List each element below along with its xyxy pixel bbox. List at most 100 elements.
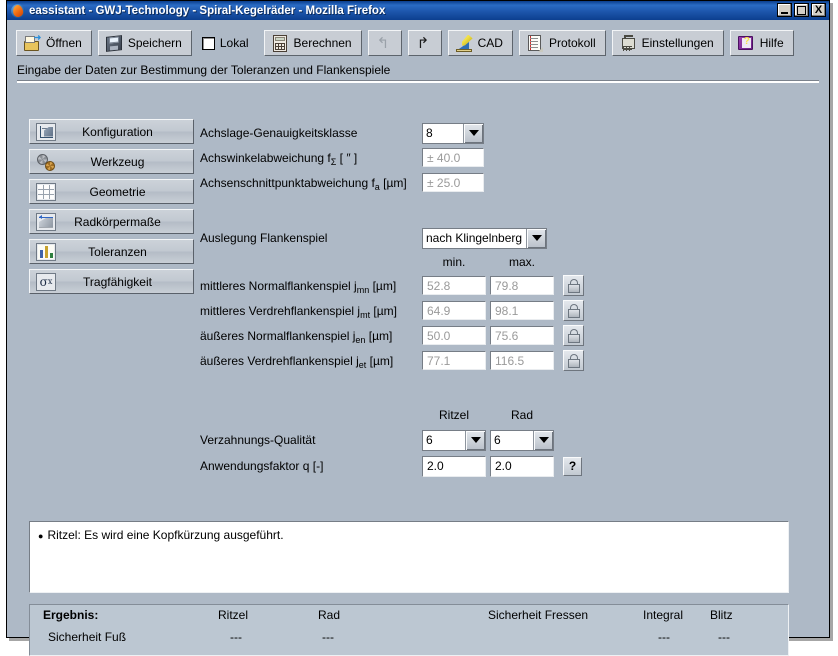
lock-icon[interactable] bbox=[563, 350, 584, 371]
sidebar-item-tragfaehigkeit[interactable]: σx Tragfähigkeit bbox=[29, 269, 194, 294]
sidebar-item-geometrie[interactable]: Geometrie bbox=[29, 179, 194, 204]
protokoll-button[interactable]: Protokoll bbox=[518, 30, 606, 56]
bar-chart-icon bbox=[36, 242, 56, 261]
message-item: ● Ritzel: Es wird eine Kopfkürzung ausgef… bbox=[38, 528, 780, 542]
result-header-blitz: Blitz bbox=[710, 608, 733, 622]
backlash-row: äußeres Normalflankenspiel jen [µm] 50.0… bbox=[200, 323, 808, 348]
maximize-button[interactable] bbox=[794, 3, 809, 17]
sidebar: Konfiguration Werkzeug Geometrie Radkörp… bbox=[29, 119, 194, 299]
accuracy-class-select[interactable]: 8 bbox=[422, 122, 484, 144]
result-panel: Ergebnis: Ritzel Rad Sicherheit Fressen … bbox=[29, 604, 789, 656]
backlash-min-field: 64.9 bbox=[422, 301, 486, 320]
protokoll-button-label: Protokoll bbox=[548, 36, 596, 50]
result-value-integral: --- bbox=[658, 630, 670, 644]
result-data-row: Sicherheit Fuß --- --- --- --- bbox=[30, 630, 788, 652]
cad-button[interactable]: CAD bbox=[447, 30, 513, 56]
cad-pencil-ruler-icon bbox=[455, 34, 473, 52]
axis-angle-deviation-row: Achswinkelabweichung fΣ [ ″ ] ± 40.0 bbox=[200, 145, 808, 170]
axis-angle-deviation-label: Achswinkelabweichung fΣ [ ″ ] bbox=[200, 150, 358, 167]
backlash-max-field: 79.8 bbox=[490, 276, 554, 295]
undo-button[interactable]: ↰ bbox=[367, 30, 402, 56]
backlash-max-field: 116.5 bbox=[490, 351, 554, 370]
sidebar-item-toleranzen[interactable]: Toleranzen bbox=[29, 239, 194, 264]
checkbox-icon[interactable] bbox=[201, 36, 215, 50]
einstellungen-button[interactable]: Einstellungen bbox=[611, 30, 724, 56]
lock-icon[interactable] bbox=[563, 300, 584, 321]
quality-row: Verzahnungs-Qualität 6 6 bbox=[200, 427, 808, 453]
backlash-row-label: äußeres Normalflankenspiel jen [µm] bbox=[200, 328, 393, 345]
sidebar-item-werkzeug[interactable]: Werkzeug bbox=[29, 149, 194, 174]
result-header-rad: Rad bbox=[318, 608, 341, 622]
gear-column-header-row: Ritzel Rad bbox=[200, 403, 808, 427]
help-book-icon: ? bbox=[737, 35, 755, 52]
backlash-min-field: 52.8 bbox=[422, 276, 486, 295]
quality-rad-value: 6 bbox=[494, 433, 501, 447]
berechnen-button[interactable]: Berechnen bbox=[263, 30, 362, 56]
application-window: eassistant - GWJ-Technology - Spiral-Keg… bbox=[6, 0, 830, 656]
toolbar: Öffnen Speichern Lokal Berechnen ↰ ↱ CAD… bbox=[16, 28, 820, 58]
sidebar-item-label: Werkzeug bbox=[90, 154, 145, 169]
max-column-header: max. bbox=[508, 255, 535, 269]
save-button[interactable]: Speichern bbox=[97, 30, 192, 56]
backlash-min-field: 77.1 bbox=[422, 351, 486, 370]
quality-ritzel-value: 6 bbox=[426, 433, 433, 447]
section-caption-text: Eingabe der Daten zur Bestimmung der Tol… bbox=[17, 63, 391, 77]
window-title: eassistant - GWJ-Technology - Spiral-Keg… bbox=[29, 4, 386, 17]
message-text: Ritzel: Es wird eine Kopfkürzung ausgefü… bbox=[47, 528, 284, 542]
redo-button[interactable]: ↱ bbox=[407, 30, 442, 56]
min-column-header: min. bbox=[442, 255, 466, 269]
redo-icon: ↱ bbox=[416, 34, 430, 52]
minmax-header-row: min. max. bbox=[200, 251, 808, 273]
axis-angle-deviation-field: ± 40.0 bbox=[422, 148, 484, 167]
result-header-ritzel: Ritzel bbox=[218, 608, 249, 622]
window-client-area: Öffnen Speichern Lokal Berechnen ↰ ↱ CAD… bbox=[8, 21, 828, 656]
application-factor-row: Anwendungsfaktor q [-] 2.0 2.0 ? bbox=[200, 453, 808, 479]
backlash-row-label: mittleres Normalflankenspiel jmn [µm] bbox=[200, 278, 397, 295]
result-title: Ergebnis: bbox=[43, 608, 99, 622]
backlash-row-label: mittleres Verdrehflankenspiel jmt [µm] bbox=[200, 303, 397, 320]
backlash-max-field: 98.1 bbox=[490, 301, 554, 320]
minimize-button[interactable] bbox=[777, 3, 792, 17]
backlash-max-field: 75.6 bbox=[490, 326, 554, 345]
message-box[interactable]: ● Ritzel: Es wird eine Kopfkürzung ausgef… bbox=[29, 521, 789, 593]
result-header-fressen: Sicherheit Fressen bbox=[488, 608, 589, 622]
hilfe-button-label: Hilfe bbox=[759, 36, 784, 50]
accuracy-class-label: Achslage-Genauigkeitsklasse bbox=[200, 126, 358, 140]
help-icon[interactable]: ? bbox=[563, 456, 582, 476]
cad-button-label: CAD bbox=[477, 36, 503, 50]
sidebar-item-label: Geometrie bbox=[89, 184, 146, 199]
accuracy-class-row: Achslage-Genauigkeitsklasse 8 bbox=[200, 121, 808, 145]
sidebar-item-label: Toleranzen bbox=[88, 244, 147, 259]
backlash-row: mittleres Normalflankenspiel jmn [µm] 52… bbox=[200, 273, 808, 298]
berechnen-button-label: Berechnen bbox=[293, 36, 352, 50]
sidebar-item-label: Tragfähigkeit bbox=[83, 274, 152, 289]
backlash-row: mittleres Verdrehflankenspiel jmt [µm] 6… bbox=[200, 298, 808, 323]
axis-intersection-deviation-label: Achsenschnittpunktabweichung fa [µm] bbox=[200, 175, 407, 192]
quality-ritzel-select[interactable]: 6 bbox=[422, 429, 486, 451]
bullet-icon: ● bbox=[38, 530, 44, 541]
input-form: Achslage-Genauigkeitsklasse 8 Achswinkel… bbox=[200, 121, 808, 479]
backlash-design-select[interactable]: nach Klingelnberg bbox=[422, 227, 547, 249]
hilfe-button[interactable]: ? Hilfe bbox=[729, 30, 794, 56]
chevron-down-icon[interactable] bbox=[465, 430, 485, 450]
open-button[interactable]: Öffnen bbox=[16, 30, 92, 56]
sidebar-item-label: Konfiguration bbox=[82, 124, 153, 139]
chevron-down-icon[interactable] bbox=[526, 228, 546, 248]
lokal-checkbox-item[interactable]: Lokal bbox=[198, 30, 258, 56]
lock-icon[interactable] bbox=[563, 325, 584, 346]
window-controls: X bbox=[777, 3, 826, 17]
backlash-row: äußeres Verdrehflankenspiel jet [µm] 77.… bbox=[200, 348, 808, 373]
close-button[interactable]: X bbox=[811, 3, 826, 17]
sidebar-item-konfiguration[interactable]: Konfiguration bbox=[29, 119, 194, 144]
axes-diagram-icon bbox=[36, 122, 56, 141]
quality-rad-select[interactable]: 6 bbox=[490, 429, 554, 451]
result-value-rad: --- bbox=[322, 630, 334, 644]
floppy-disk-icon bbox=[105, 34, 123, 52]
chevron-down-icon[interactable] bbox=[463, 123, 483, 143]
chevron-down-icon[interactable] bbox=[533, 430, 553, 450]
axis-intersection-deviation-field: ± 25.0 bbox=[422, 173, 484, 192]
lock-icon[interactable] bbox=[563, 275, 584, 296]
sidebar-item-radkoerpermasse[interactable]: Radkörpermaße bbox=[29, 209, 194, 234]
application-factor-ritzel-input[interactable]: 2.0 bbox=[422, 455, 486, 477]
application-factor-rad-input[interactable]: 2.0 bbox=[490, 455, 554, 477]
